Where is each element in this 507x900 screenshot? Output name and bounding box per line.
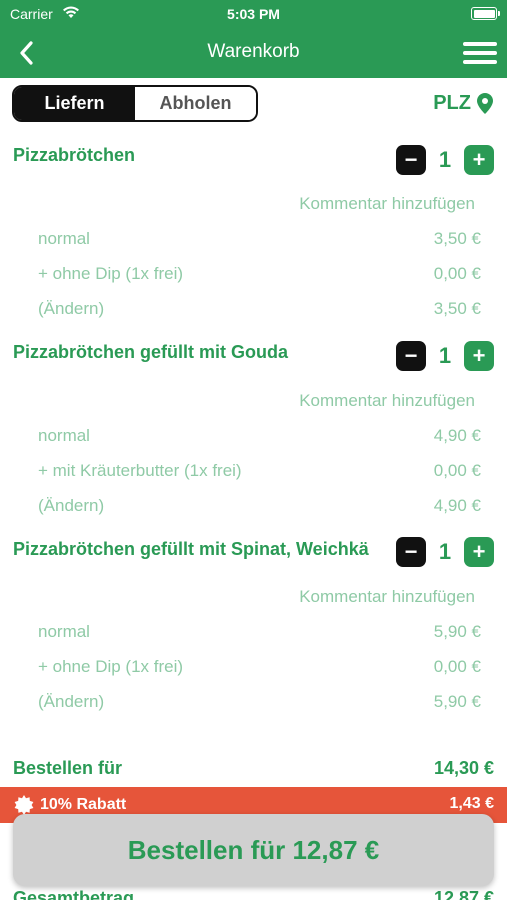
line-price: 0,00 € (433, 657, 481, 676)
cart-item-line: normal 3,50 € (38, 229, 481, 249)
cart-item-title: Pizzabrötchen gefüllt mit Spinat, Weichk… (13, 539, 369, 559)
line-label: normal (38, 622, 90, 641)
hamburger-menu-icon[interactable] (463, 40, 497, 66)
location-pin-icon (477, 93, 493, 114)
decrease-quantity-button[interactable]: − (396, 537, 426, 567)
line-price: 0,00 € (433, 264, 481, 283)
increase-quantity-button[interactable]: + (464, 537, 494, 567)
subtotal-value: 14,30 € (433, 758, 494, 778)
line-label: + mit Kräuterbutter (1x frei) (38, 461, 242, 480)
subtotal-label: Bestellen für (13, 758, 123, 778)
page-title: Warenkorb (207, 41, 300, 62)
line-label: normal (38, 229, 90, 248)
tab-deliver[interactable]: Liefern (14, 87, 135, 120)
cart-item-line: (Ändern) 4,90 € (38, 496, 481, 516)
quantity-stepper: − 1 + (396, 537, 494, 567)
status-bar: Carrier 5:03 PM (0, 0, 507, 28)
quantity-value: 1 (438, 343, 452, 368)
cart-item-line: + ohne Dip (1x frei) 0,00 € (38, 657, 481, 677)
add-comment-link[interactable]: Kommentar hinzufügen (299, 391, 475, 411)
decrease-quantity-button[interactable]: − (396, 145, 426, 175)
discount-badge-icon (14, 795, 34, 815)
line-label: + ohne Dip (1x frei) (38, 657, 184, 676)
change-option-link[interactable]: (Ändern) (38, 692, 104, 712)
line-price: 5,90 € (433, 692, 481, 711)
decrease-quantity-button[interactable]: − (396, 341, 426, 371)
cart-item-line: (Ändern) 5,90 € (38, 692, 481, 712)
cart-item-line: normal 5,90 € (38, 622, 481, 642)
cart-item-title: Pizzabrötchen gefüllt mit Gouda (13, 342, 289, 362)
postcode-label: PLZ (433, 92, 471, 114)
total-label: Gesamtbetrag (13, 888, 135, 900)
cart-item-line: + mit Kräuterbutter (1x frei) 0,00 € (38, 461, 481, 481)
line-price: 0,00 € (433, 461, 481, 480)
change-option-link[interactable]: (Ändern) (38, 496, 104, 516)
line-price: 3,50 € (433, 229, 481, 248)
cart-item-line: (Ändern) 3,50 € (38, 299, 481, 319)
line-price: 4,90 € (433, 496, 481, 515)
place-order-button[interactable]: Bestellen für 12,87 € (13, 814, 494, 886)
tab-pickup[interactable]: Abholen (135, 87, 256, 120)
cart-item-line: + ohne Dip (1x frei) 0,00 € (38, 264, 481, 284)
subtotal-row: Bestellen für 14,30 € (13, 758, 494, 779)
change-option-link[interactable]: (Ändern) (38, 299, 104, 319)
quantity-stepper: − 1 + (396, 341, 494, 371)
line-label: + ohne Dip (1x frei) (38, 264, 184, 283)
quantity-stepper: − 1 + (396, 145, 494, 175)
battery-icon (471, 7, 500, 20)
line-price: 3,50 € (433, 299, 481, 318)
delivery-mode-toggle: Liefern Abholen (12, 85, 258, 122)
quantity-value: 1 (438, 539, 452, 564)
total-value: 12,87 € (433, 888, 494, 900)
increase-quantity-button[interactable]: + (464, 341, 494, 371)
line-price: 5,90 € (433, 622, 481, 641)
cart-item-title: Pizzabrötchen (13, 145, 136, 165)
cart-item-line: normal 4,90 € (38, 426, 481, 446)
discount-label: 10% Rabatt (40, 796, 127, 813)
total-row: Gesamtbetrag 12,87 € (13, 888, 494, 900)
line-label: normal (38, 426, 90, 445)
nav-bar: Warenkorb (0, 28, 507, 78)
line-price: 4,90 € (433, 426, 481, 445)
add-comment-link[interactable]: Kommentar hinzufügen (299, 194, 475, 214)
increase-quantity-button[interactable]: + (464, 145, 494, 175)
clock: 5:03 PM (227, 6, 280, 22)
postcode-selector[interactable]: PLZ (433, 92, 493, 115)
add-comment-link[interactable]: Kommentar hinzufügen (299, 587, 475, 607)
quantity-value: 1 (438, 147, 452, 172)
discount-value: 1,43 € (449, 795, 494, 812)
